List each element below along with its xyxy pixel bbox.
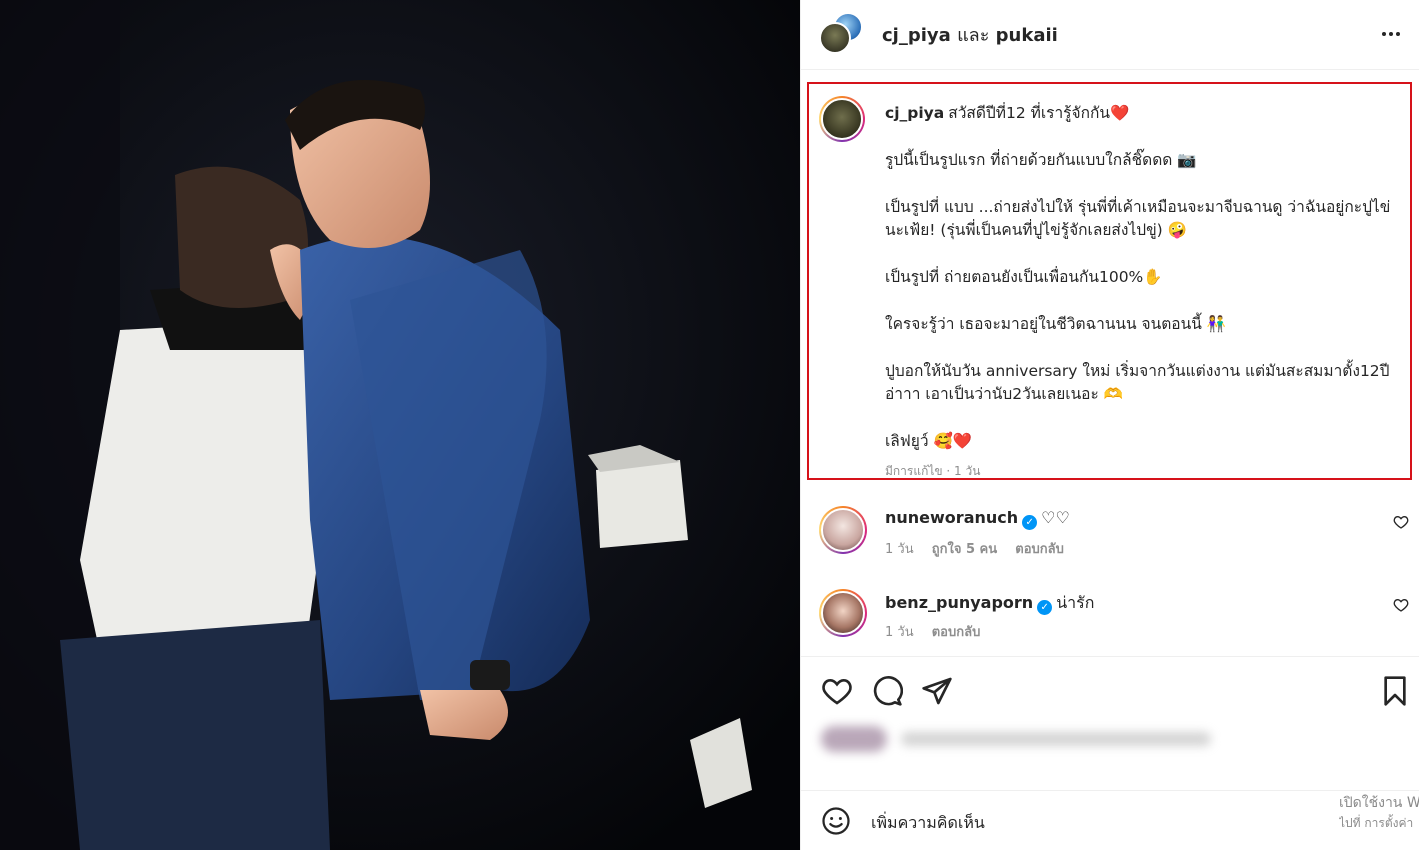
caption-meta: มีการแก้ไข · 1 วัน xyxy=(885,464,981,478)
caption-line: ปูบอกให้นับวัน anniversary ใหม่ เริ่มจาก… xyxy=(885,362,1390,403)
avatar[interactable] xyxy=(819,589,867,637)
caption-line: รูปนี้เป็นรูปแรก ที่ถ่ายด้วยกันแบบใกล้ชิ… xyxy=(885,151,1197,169)
avatar[interactable] xyxy=(819,96,865,142)
comment-time[interactable]: 1 วัน xyxy=(885,625,914,640)
comment-meta: 1 วัน ถูกใจ 5 คน ตอบกลับ xyxy=(885,538,1078,559)
comment-text: ♡♡ xyxy=(1041,508,1070,527)
likes-summary-blurred xyxy=(821,722,1221,758)
instagram-post-view: cj_piya และ pukaii cj_piya สวัสดีปีที่12 … xyxy=(0,0,1419,850)
verified-badge-icon: ✓ xyxy=(1022,515,1038,530)
heart-icon[interactable] xyxy=(1393,514,1409,530)
comment-likes[interactable]: ถูกใจ 5 คน xyxy=(932,542,997,557)
post-details-panel: cj_piya และ pukaii cj_piya สวัสดีปีที่12 … xyxy=(800,0,1419,850)
comment-input[interactable] xyxy=(871,809,1271,835)
more-options-icon[interactable] xyxy=(1377,20,1405,48)
avatar[interactable] xyxy=(819,506,867,554)
caption-line: cj_piya สวัสดีปีที่12 ที่เรารู้จักกัน❤️ xyxy=(885,102,1407,125)
caption-line: ใครจะรู้ว่า เธอจะมาอยู่ในชีวิตฉานนน จนตอ… xyxy=(885,315,1227,333)
comment-body: nuneworanuch ✓ ♡♡ xyxy=(885,508,1070,530)
comment-time[interactable]: 1 วัน xyxy=(885,542,914,557)
heart-icon[interactable] xyxy=(1393,597,1409,613)
comment-body: benz_punyaporn ✓ น่ารัก xyxy=(885,591,1094,616)
windows-activation-watermark: เปิดใช้งาน Windows ไปที่ การตั้งค่า xyxy=(1339,793,1419,833)
comment-icon[interactable] xyxy=(871,675,903,707)
comment-item: nuneworanuch ✓ ♡♡ 1 วัน ถูกใจ 5 คน ตอบกลับ xyxy=(801,500,1419,580)
caption-line: เลิฟยูว์ 🥰❤️ xyxy=(885,432,973,450)
comment-username[interactable]: nuneworanuch xyxy=(885,508,1018,527)
caption-line: เป็นรูปที่ แบบ ...ถ่ายส่งไปให้ รุ่นพี่ที… xyxy=(885,198,1391,239)
caption-text: cj_piya สวัสดีปีที่12 ที่เรารู้จักกัน❤️ ร… xyxy=(885,102,1407,477)
comment-username[interactable]: benz_punyaporn xyxy=(885,593,1033,612)
comment-item: benz_punyaporn ✓ น่ารัก 1 วัน ตอบกลับ xyxy=(801,583,1419,663)
post-actions xyxy=(801,656,1419,726)
verified-badge-icon: ✓ xyxy=(1037,600,1053,615)
comment-text: น่ารัก xyxy=(1056,593,1095,612)
author-separator: และ xyxy=(957,25,990,46)
caption-username[interactable]: cj_piya xyxy=(885,104,944,122)
post-photo[interactable] xyxy=(0,0,800,850)
reply-button[interactable]: ตอบกลับ xyxy=(932,625,981,640)
comment-input-row: เปิดใช้งาน Windows ไปที่ การตั้งค่า xyxy=(801,790,1419,850)
save-icon[interactable] xyxy=(1379,675,1411,707)
author-username[interactable]: pukaii xyxy=(996,25,1058,46)
caption-line-text: สวัสดีปีที่12 ที่เรารู้จักกัน❤️ xyxy=(948,104,1130,122)
reply-button[interactable]: ตอบกลับ xyxy=(1015,542,1064,557)
watermark-line: เปิดใช้งาน Windows xyxy=(1339,795,1419,811)
caption-line: เป็นรูปที่ ถ่ายตอนยังเป็นเพื่อนกัน100%✋ xyxy=(885,268,1163,286)
post-header: cj_piya และ pukaii xyxy=(801,0,1419,70)
emoji-icon[interactable] xyxy=(821,806,851,836)
avatar[interactable] xyxy=(819,22,851,54)
like-icon[interactable] xyxy=(821,675,853,707)
collab-avatars[interactable] xyxy=(819,12,865,56)
author-username[interactable]: cj_piya xyxy=(882,25,951,46)
watermark-line: ไปที่ การตั้งค่า xyxy=(1339,816,1414,830)
comment-meta: 1 วัน ตอบกลับ xyxy=(885,621,994,642)
post-caption: cj_piya สวัสดีปีที่12 ที่เรารู้จักกัน❤️ ร… xyxy=(807,82,1412,480)
post-authors: cj_piya และ pukaii xyxy=(882,20,1058,49)
share-icon[interactable] xyxy=(921,675,953,707)
